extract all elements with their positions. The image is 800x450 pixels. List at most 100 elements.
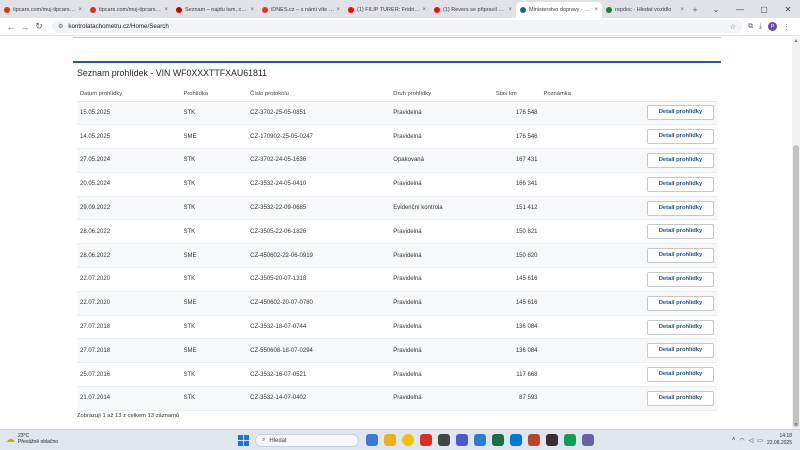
file-explorer-icon[interactable] <box>384 434 396 446</box>
tab-favicon-icon <box>520 7 526 13</box>
cell-type: STK <box>180 101 248 126</box>
detail-inspection-button[interactable]: Detail prohlídky <box>647 200 714 216</box>
detail-inspection-button[interactable]: Detail prohlídky <box>647 129 714 145</box>
browser-tab[interactable]: Ministerstvo dopravy - K... × <box>516 2 602 18</box>
table-row: 21.07.2014 STK CZ-3532-14-07-0402 Pravideln… <box>77 386 717 411</box>
tab-close-icon[interactable]: × <box>680 7 684 13</box>
cell-kind: Pravidelná <box>390 267 493 292</box>
cell-note <box>540 315 644 340</box>
tab-search-icon[interactable]: ⌄ <box>704 0 728 18</box>
cell-date: 22.07.2020 <box>77 291 181 316</box>
downloads-icon[interactable]: ⤓ <box>759 23 762 31</box>
tab-close-icon[interactable]: × <box>164 7 168 13</box>
clock[interactable]: 14:18 22.08.2025 <box>767 433 792 447</box>
detail-inspection-button[interactable]: Detail prohlídky <box>647 176 714 192</box>
browser-tab[interactable]: (1) Revers se připravil k Ž... × <box>430 2 516 18</box>
cell-type: STK <box>180 172 248 197</box>
chrome-icon[interactable] <box>402 434 414 446</box>
table-row: 27.07.2018 SME CZ-550608-18-07-0294 Pravide… <box>77 338 717 364</box>
forward-icon[interactable]: → <box>18 22 32 32</box>
cell-km: 136 084 <box>492 338 541 364</box>
cell-date: 27.05.2024 <box>77 148 181 173</box>
battery-icon[interactable]: ▭ <box>757 437 763 444</box>
page-scrollbar[interactable]: ▲ ▼ <box>792 37 800 429</box>
tab-favicon-icon <box>176 7 182 13</box>
scrollbar-thumb[interactable] <box>793 145 799 427</box>
cell-action: Detail prohlídky <box>644 338 717 364</box>
browser-tab[interactable]: tipcars.com/muj-tipcars/i... × <box>86 2 172 18</box>
tab-close-icon[interactable]: × <box>422 7 426 13</box>
wifi-icon[interactable]: ◠ <box>739 437 744 444</box>
detail-inspection-button[interactable]: Detail prohlídky <box>647 105 714 121</box>
tab-title: Seznam – najdu tam, co z... <box>185 7 249 13</box>
app-icon-6[interactable] <box>582 434 594 446</box>
windows-start-icon[interactable] <box>238 435 249 446</box>
maximize-icon[interactable]: ▢ <box>752 0 776 18</box>
tab-favicon-icon <box>434 7 440 13</box>
cell-type: SME <box>180 291 248 316</box>
cell-date: 21.07.2014 <box>77 386 181 411</box>
table-header-row: Datum prohlídky Prohlídka Číslo protokol… <box>77 87 717 102</box>
app-icon-2[interactable] <box>438 434 450 446</box>
profile-avatar[interactable]: P <box>768 22 778 31</box>
detail-inspection-button[interactable]: Detail prohlídky <box>647 224 714 240</box>
address-bar[interactable]: ⚙ kontrolatachometru.cz/Home/Search ☆ <box>52 20 742 33</box>
detail-inspection-button[interactable]: Detail prohlídky <box>647 343 714 359</box>
cell-note <box>540 219 644 245</box>
tab-close-icon[interactable]: × <box>78 7 82 13</box>
task-view-icon[interactable] <box>366 434 378 446</box>
scroll-up-icon[interactable]: ▲ <box>792 37 800 45</box>
new-tab-button[interactable]: + <box>688 2 702 18</box>
cell-type: STK <box>180 267 248 292</box>
cell-note <box>540 267 644 292</box>
browser-tab[interactable]: iDNES.cz – s námi víte víc... × <box>258 2 344 18</box>
cell-date: 29.09.2022 <box>77 196 181 221</box>
cell-km: 117 668 <box>492 362 541 388</box>
detail-inspection-button[interactable]: Detail prohlídky <box>647 295 714 311</box>
detail-inspection-button[interactable]: Detail prohlídky <box>647 271 714 287</box>
detail-inspection-button[interactable]: Detail prohlídky <box>647 248 714 264</box>
reload-icon[interactable]: ↻ <box>32 21 46 32</box>
cell-type: STK <box>180 315 248 340</box>
browser-tab[interactable]: (1) FILIP TURER: Fridrichu...× <box>344 2 430 18</box>
cell-note <box>540 362 644 388</box>
taskbar-search[interactable]: ⌕ Hledat <box>255 434 359 447</box>
app-icon-5[interactable] <box>564 434 576 446</box>
excel-icon[interactable] <box>492 434 504 446</box>
browser-tab[interactable]: repdoc - Hledat vozidlo × <box>602 2 688 18</box>
cell-note <box>540 101 644 126</box>
minimize-icon[interactable]: — <box>728 0 752 18</box>
browser-tab[interactable]: Seznam – najdu tam, co z... × <box>172 2 258 18</box>
cell-action: Detail prohlídky <box>644 148 717 173</box>
app-icon-4[interactable] <box>546 434 558 446</box>
tab-close-icon[interactable]: × <box>336 7 340 13</box>
browser-tab[interactable]: tipcars.com/muj-tipcars/i... × <box>0 2 86 18</box>
detail-inspection-button[interactable]: Detail prohlídky <box>647 152 714 168</box>
detail-inspection-button[interactable]: Detail prohlídky <box>647 319 714 335</box>
menu-icon[interactable]: ⋮ <box>783 23 790 31</box>
cell-km: 166 341 <box>492 172 541 197</box>
back-icon[interactable]: ← <box>4 22 18 32</box>
tray-chevron-icon[interactable]: ˄ <box>732 437 736 443</box>
outlook-icon[interactable] <box>510 434 522 446</box>
detail-inspection-button[interactable]: Detail prohlídky <box>647 390 714 406</box>
bookmark-star-icon[interactable]: ☆ <box>730 23 736 31</box>
detail-inspection-button[interactable]: Detail prohlídky <box>647 367 714 383</box>
close-window-icon[interactable]: ✕ <box>776 0 800 18</box>
cell-protocol: CZ-3532-18-07-0744 <box>247 315 391 340</box>
weather-widget[interactable]: ☁ 23°C Převážně oblačno <box>6 433 58 445</box>
tab-close-icon[interactable]: × <box>594 7 598 13</box>
cell-kind: Pravidelná <box>390 243 493 269</box>
scroll-down-icon[interactable]: ▼ <box>792 421 800 429</box>
word-icon[interactable] <box>474 434 486 446</box>
teams-icon[interactable] <box>456 434 468 446</box>
extensions-icon[interactable]: ⧉ <box>748 23 753 31</box>
app-icon-1[interactable] <box>420 434 432 446</box>
tab-close-icon[interactable]: × <box>508 7 512 13</box>
cell-note <box>540 243 644 269</box>
volume-icon[interactable]: ◁ <box>749 437 754 444</box>
app-icon-3[interactable] <box>528 434 540 446</box>
tab-close-icon[interactable]: × <box>250 7 254 13</box>
site-info-icon[interactable]: ⚙ <box>58 23 63 30</box>
cell-action: Detail prohlídky <box>644 101 717 126</box>
